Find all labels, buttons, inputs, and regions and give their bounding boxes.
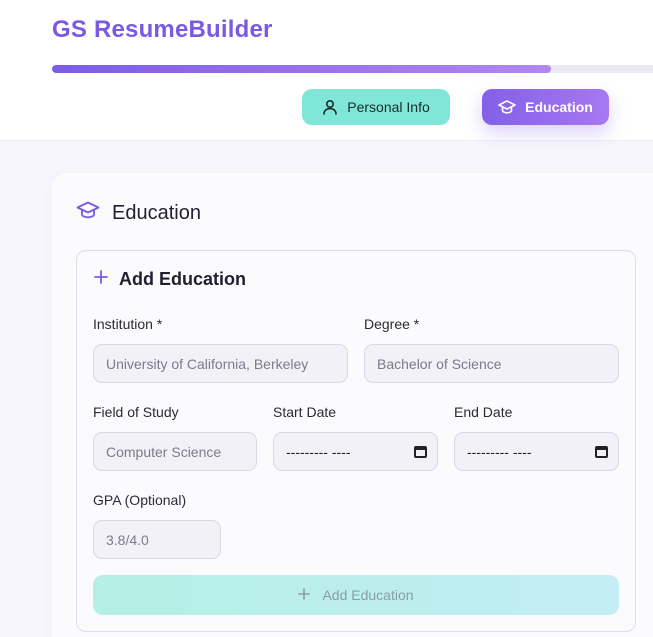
form-header: Add Education (93, 269, 246, 290)
app-title: GS ResumeBuilder (52, 16, 273, 43)
field-of-study-label: Field of Study (93, 404, 179, 420)
graduation-cap-icon (76, 200, 100, 226)
section-header: Education (76, 200, 201, 226)
degree-input[interactable]: Bachelor of Science (364, 344, 619, 383)
plus-icon (298, 587, 311, 603)
end-date-input[interactable]: --------- ---- (454, 432, 619, 471)
gpa-label: GPA (Optional) (93, 492, 187, 508)
progress-bar (52, 65, 653, 73)
institution-input[interactable]: University of California, Berkeley (93, 344, 348, 383)
end-date-label: End Date (454, 404, 513, 420)
gpa-input[interactable]: 3.8/4.0 (93, 520, 221, 559)
step-education[interactable]: Education (482, 89, 609, 125)
field-of-study-placeholder: Computer Science (106, 443, 222, 460)
graduation-cap-icon (498, 99, 516, 115)
step-personal-info[interactable]: Personal Info (302, 89, 450, 125)
progress-bar-fill (52, 65, 551, 73)
field-of-study-input[interactable]: Computer Science (93, 432, 257, 471)
gpa-placeholder: 3.8/4.0 (106, 531, 149, 548)
institution-label: Institution * (93, 316, 163, 332)
user-icon (322, 99, 338, 115)
calendar-icon[interactable] (414, 445, 427, 458)
add-education-button[interactable]: Add Education (93, 575, 619, 615)
calendar-icon[interactable] (595, 445, 608, 458)
start-date-label: Start Date (273, 404, 337, 420)
institution-placeholder: University of California, Berkeley (106, 355, 309, 372)
degree-placeholder: Bachelor of Science (377, 355, 502, 372)
start-date-input[interactable]: --------- ---- (273, 432, 438, 471)
start-date-value: --------- ---- (286, 443, 351, 460)
end-date-value: --------- ---- (467, 443, 532, 460)
degree-label: Degree * (364, 316, 420, 332)
plus-icon (93, 269, 109, 290)
form-title: Add Education (119, 269, 246, 289)
step-personal-info-label: Personal Info (347, 99, 430, 115)
section-title: Education (112, 201, 201, 224)
add-education-button-label: Add Education (322, 587, 414, 603)
step-education-label: Education (525, 99, 593, 115)
